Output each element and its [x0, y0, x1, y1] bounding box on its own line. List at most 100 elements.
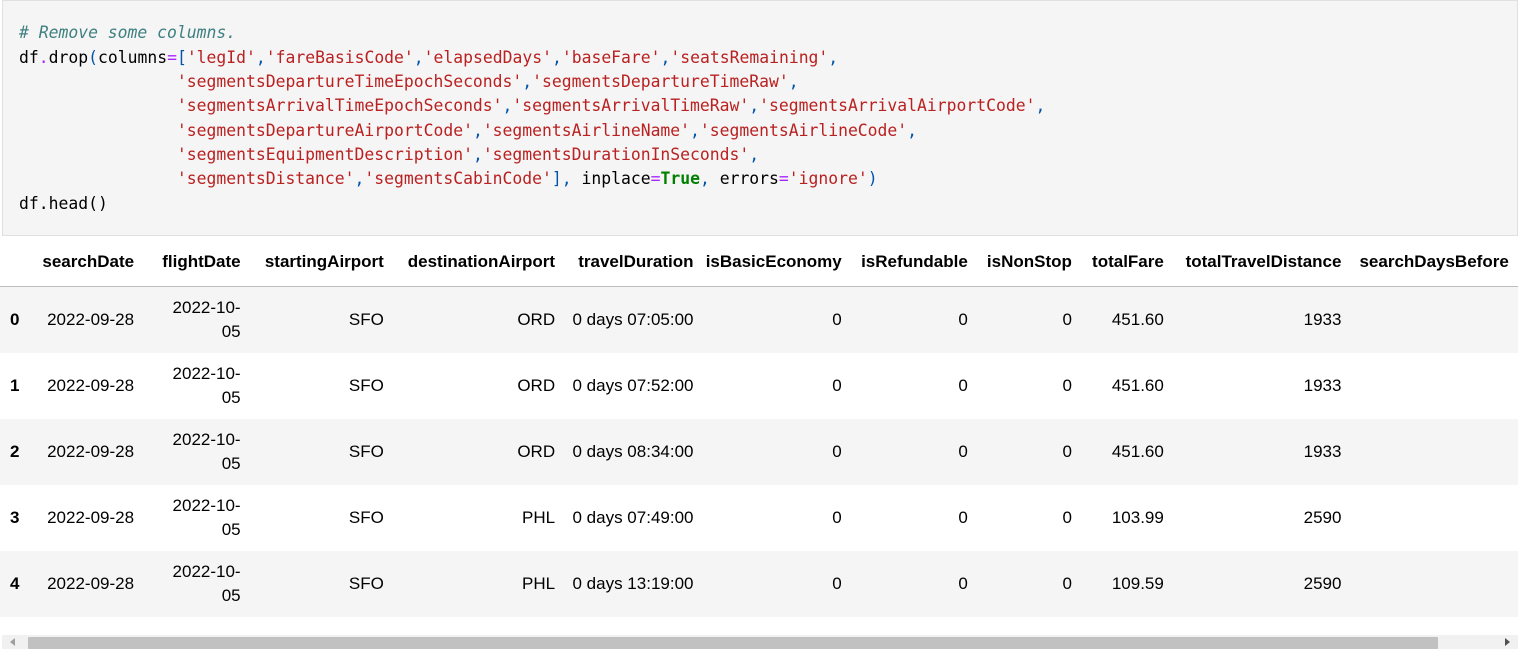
cell-isBasicEconomy: 0 — [701, 286, 850, 353]
horizontal-scrollbar[interactable] — [2, 635, 1518, 649]
inplace-value: True — [660, 169, 700, 188]
cell-totalTravelDistance: 1933 — [1171, 286, 1350, 353]
row-index: 0 — [0, 286, 29, 353]
cell-totalFare: 451.60 — [1079, 353, 1172, 419]
column-name-string: 'segmentsArrivalAirportCode' — [759, 96, 1036, 115]
code-line-7: df.head() — [19, 192, 108, 216]
column-name-string: 'segmentsAirlineCode' — [699, 121, 908, 140]
cell-totalFare: 451.60 — [1079, 419, 1172, 485]
scrollbar-thumb[interactable] — [28, 637, 1438, 649]
row-index: 4 — [0, 551, 29, 617]
cell-isRefundable: 0 — [849, 353, 976, 419]
column-name-string: 'segmentsDistance' — [176, 169, 355, 188]
cell-startingAirport: SFO — [248, 286, 392, 353]
column-name-string: 'seatsRemaining' — [670, 48, 829, 67]
header-totalFare: totalFare — [1079, 238, 1172, 287]
code-cell[interactable]: # Remove some columns. df.drop(columns=[… — [2, 0, 1518, 236]
cell-isNonStop: 0 — [975, 353, 1080, 419]
column-name-string: 'segmentsDepartureTimeEpochSeconds' — [176, 72, 523, 91]
cell-destinationAirport: PHL — [391, 551, 564, 617]
cell-startingAirport: SFO — [248, 551, 392, 617]
cell-isNonStop: 0 — [975, 419, 1080, 485]
header-totalTravelDistance: totalTravelDistance — [1171, 238, 1350, 287]
cell-searchDaysBefore — [1349, 485, 1518, 551]
cell-isRefundable: 0 — [849, 419, 976, 485]
row-index: 1 — [0, 353, 29, 419]
header-searchDate: searchDate — [28, 238, 143, 287]
cell-travelDuration: 0 days 07:05:00 — [563, 286, 702, 353]
cell-destinationAirport: PHL — [391, 485, 564, 551]
cell-totalFare: 451.60 — [1079, 286, 1172, 353]
cell-totalTravelDistance: 2590 — [1171, 485, 1350, 551]
cell-isRefundable: 0 — [849, 286, 976, 353]
header-index — [0, 238, 29, 287]
column-name-string: 'elapsedDays' — [423, 48, 552, 67]
column-name-string: 'segmentsDurationInSeconds' — [482, 145, 750, 164]
cell-isNonStop: 0 — [975, 551, 1080, 617]
cell-totalTravelDistance: 2590 — [1171, 551, 1350, 617]
cell-searchDate: 2022-09-28 — [28, 551, 143, 617]
cell-startingAirport: SFO — [248, 353, 392, 419]
table-row: 4 2022-09-28 2022-10- 05 SFO PHL 0 days 13:19:… — [0, 551, 1518, 617]
cell-travelDuration: 0 days 08:34:00 — [563, 419, 702, 485]
cell-travelDuration: 0 days 07:52:00 — [563, 353, 702, 419]
dataframe-output: searchDate flightDate startingAirport de… — [0, 238, 1518, 634]
header-isRefundable: isRefundable — [849, 238, 976, 287]
cell-flightDate: 2022-10- 05 — [142, 419, 249, 485]
cell-totalFare: 109.59 — [1079, 551, 1172, 617]
cell-isRefundable: 0 — [849, 485, 976, 551]
cell-searchDate: 2022-09-28 — [28, 485, 143, 551]
table-row: 3 2022-09-28 2022-10- 05 SFO PHL 0 days 07:49:… — [0, 485, 1518, 551]
cell-startingAirport: SFO — [248, 485, 392, 551]
code-line-2: 'segmentsDepartureTimeEpochSeconds','seg… — [176, 72, 799, 91]
cell-totalFare: 103.99 — [1079, 485, 1172, 551]
head-call: df.head() — [19, 194, 108, 213]
cell-flightDate: 2022-10- 05 — [142, 353, 249, 419]
header-flightDate: flightDate — [142, 238, 249, 287]
code-comment: # Remove some columns. — [19, 23, 237, 42]
code-line-1: df.drop(columns=['legId','fareBasisCode'… — [19, 48, 839, 67]
cell-totalTravelDistance: 1933 — [1171, 353, 1350, 419]
column-name-string: 'segmentsDepartureAirportCode' — [176, 121, 473, 140]
cell-isBasicEconomy: 0 — [701, 419, 850, 485]
cell-searchDate: 2022-09-28 — [28, 286, 143, 353]
column-name-string: 'segmentsArrivalTimeRaw' — [512, 96, 750, 115]
column-name-string: 'segmentsEquipmentDescription' — [176, 145, 473, 164]
table-header-row: searchDate flightDate startingAirport de… — [0, 238, 1518, 287]
cell-destinationAirport: ORD — [391, 286, 564, 353]
header-startingAirport: startingAirport — [248, 238, 392, 287]
cell-isNonStop: 0 — [975, 286, 1080, 353]
header-travelDuration: travelDuration — [563, 238, 702, 287]
code-line-6: 'segmentsDistance','segmentsCabinCode'],… — [176, 169, 878, 188]
code-comment-line: # Remove some columns. — [19, 21, 236, 45]
column-name-string: 'baseFare' — [561, 48, 661, 67]
header-searchDaysBefore: searchDaysBefore — [1349, 238, 1518, 287]
column-name-string: 'fareBasisCode' — [265, 48, 414, 67]
code-line-3: 'segmentsArrivalTimeEpochSeconds','segme… — [176, 96, 1046, 115]
table-row: 0 2022-09-28 2022-10- 05 SFO ORD 0 days 07:05:… — [0, 286, 1518, 353]
column-name-string: 'segmentsAirlineName' — [482, 121, 691, 140]
cell-searchDaysBefore — [1349, 286, 1518, 353]
cell-flightDate: 2022-10- 05 — [142, 551, 249, 617]
header-isNonStop: isNonStop — [975, 238, 1080, 287]
cell-searchDaysBefore — [1349, 353, 1518, 419]
table-row: 1 2022-09-28 2022-10- 05 SFO ORD 0 days 07:52:… — [0, 353, 1518, 419]
cell-totalTravelDistance: 1933 — [1171, 419, 1350, 485]
cell-travelDuration: 0 days 13:19:00 — [563, 551, 702, 617]
cell-isRefundable: 0 — [849, 551, 976, 617]
cell-isBasicEconomy: 0 — [701, 353, 850, 419]
cell-destinationAirport: ORD — [391, 353, 564, 419]
header-isBasicEconomy: isBasicEconomy — [701, 238, 850, 287]
cell-travelDuration: 0 days 07:49:00 — [563, 485, 702, 551]
dataframe-table: searchDate flightDate startingAirport de… — [0, 238, 1518, 617]
cell-searchDaysBefore — [1349, 551, 1518, 617]
code-line-5: 'segmentsEquipmentDescription','segments… — [176, 145, 760, 164]
chevron-right-icon[interactable] — [1505, 638, 1510, 646]
code-line-4: 'segmentsDepartureAirportCode','segments… — [176, 121, 918, 140]
cell-searchDate: 2022-09-28 — [28, 353, 143, 419]
cell-isNonStop: 0 — [975, 485, 1080, 551]
cell-flightDate: 2022-10- 05 — [142, 286, 249, 353]
chevron-left-icon[interactable] — [10, 638, 15, 646]
cell-searchDate: 2022-09-28 — [28, 419, 143, 485]
column-name-string: 'segmentsCabinCode' — [364, 169, 552, 188]
